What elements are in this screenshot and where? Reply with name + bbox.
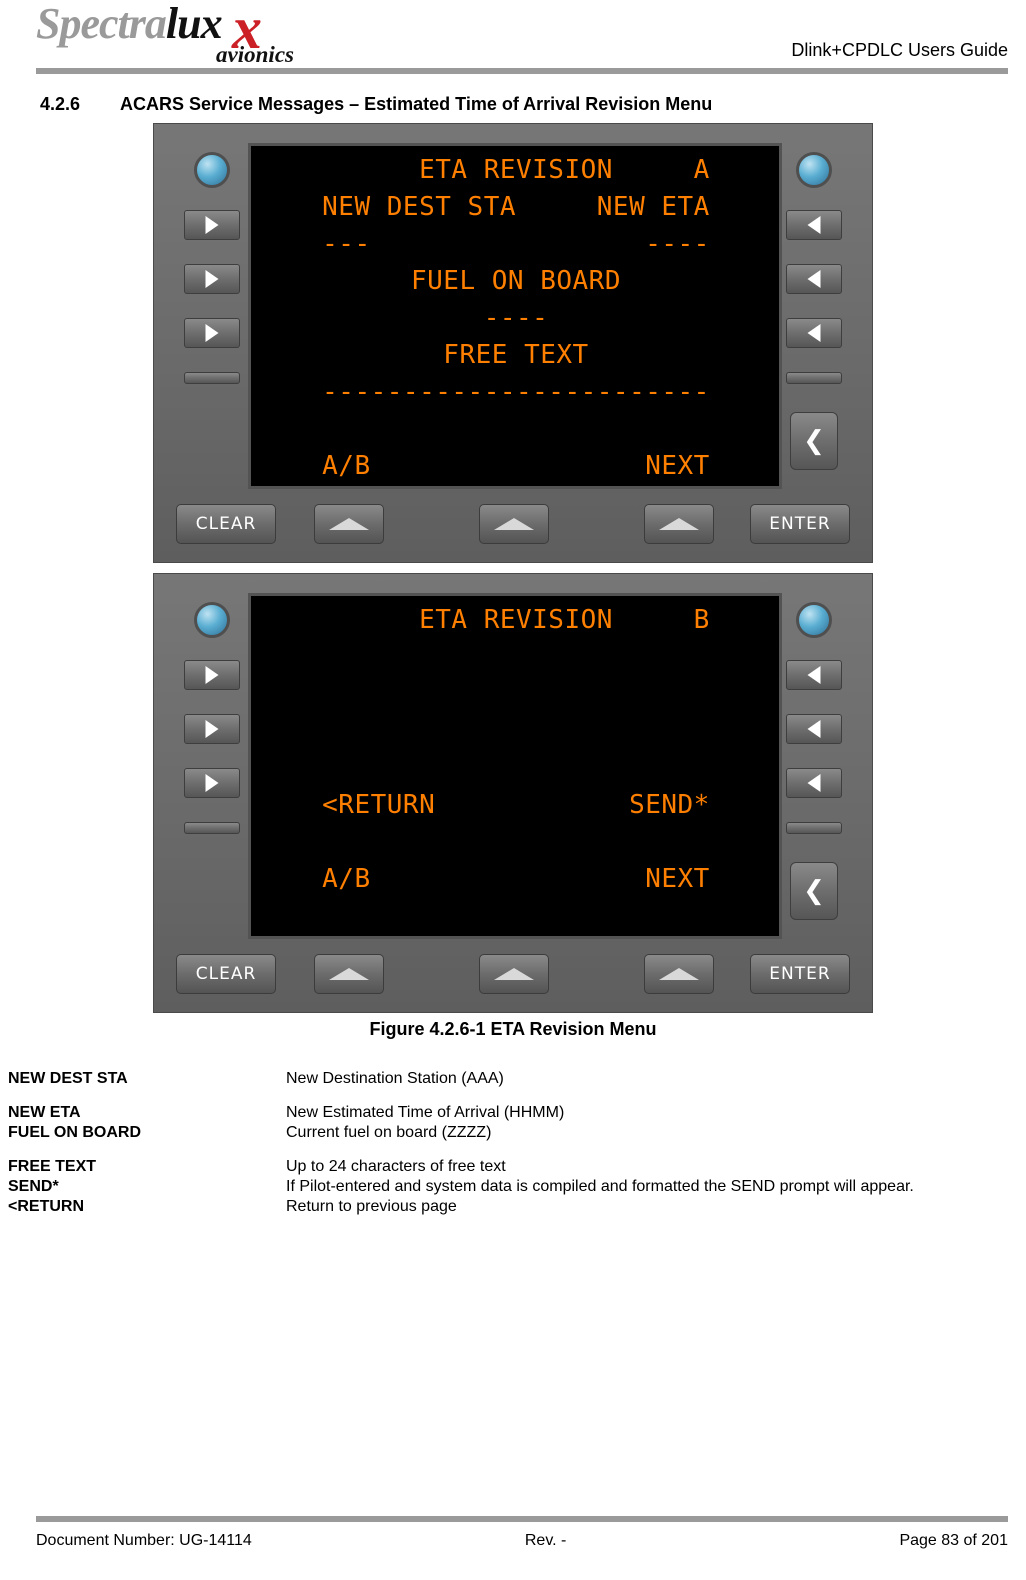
definition-term: FREE TEXT [8, 1158, 97, 1175]
cdu-screen-b-text: ETA REVISION B <RETURN SEND* A/B NEXT [322, 605, 710, 894]
scroll-up-button-2[interactable] [479, 504, 549, 544]
definition-row: NEW DEST STA New Destination Station (AA… [8, 1070, 1008, 1088]
definition-description: New Destination Station (AAA) [286, 1070, 504, 1087]
lsk-right-2[interactable] [786, 714, 842, 744]
triangle-right-icon [205, 270, 219, 288]
lsk-left-2[interactable] [184, 264, 240, 294]
brightness-knob-right[interactable] [796, 602, 832, 638]
footer-content: Document Number: UG-14114 Rev. - Page 83… [36, 1532, 1008, 1550]
lsk-left-1[interactable] [184, 660, 240, 690]
definition-row: FUEL ON BOARD Current fuel on board (ZZZ… [8, 1124, 1008, 1142]
logo-text-lux: lux [165, 0, 223, 48]
definition-term: NEW ETA [8, 1104, 81, 1121]
triangle-up-icon [659, 968, 699, 980]
enter-button[interactable]: ENTER [750, 954, 850, 994]
figure-eta-revision: ETA REVISION A NEW DEST STA NEW ETA --- … [0, 123, 1026, 1040]
triangle-left-icon [807, 270, 821, 288]
lsk-right-3[interactable] [786, 318, 842, 348]
triangle-right-icon [205, 774, 219, 792]
footer-revision: Rev. - [524, 1532, 567, 1549]
scroll-up-button-1[interactable] [314, 504, 384, 544]
lsk-left-1[interactable] [184, 210, 240, 240]
lsk-left-3[interactable] [184, 768, 240, 798]
triangle-left-icon [807, 216, 821, 234]
cdu-screen-a: ETA REVISION A NEW DEST STA NEW ETA --- … [251, 146, 779, 486]
logo-text-spectra: Spectra [36, 0, 167, 48]
section-heading: 4.2.6 ACARS Service Messages – Estimated … [0, 94, 1026, 115]
section-number: 4.2.6 [40, 94, 81, 114]
footer-page-number: Page 83 of 201 [899, 1532, 1008, 1549]
definition-term: SEND* [8, 1178, 59, 1195]
scroll-up-button-1[interactable] [314, 954, 384, 994]
lsk-right-1[interactable] [786, 210, 842, 240]
definition-description: Up to 24 characters of free text [286, 1158, 506, 1175]
triangle-right-icon [205, 324, 219, 342]
brightness-knob-left[interactable] [194, 152, 230, 188]
scroll-up-button-2[interactable] [479, 954, 549, 994]
lsk-right-2[interactable] [786, 264, 842, 294]
definition-row: NEW ETA New Estimated Time of Arrival (H… [8, 1104, 1008, 1122]
cdu-page-b: ETA REVISION B <RETURN SEND* A/B NEXT ❮ … [153, 573, 873, 1013]
brightness-knob-right[interactable] [796, 152, 832, 188]
scroll-up-button-3[interactable] [644, 504, 714, 544]
lsk-right-4[interactable] [786, 822, 842, 834]
triangle-left-icon [807, 774, 821, 792]
definition-term: FUEL ON BOARD [8, 1124, 142, 1141]
page-header: Spectralux x avionics Dlink+CPDLC Users … [0, 0, 1026, 78]
definition-term: NEW DEST STA [8, 1070, 128, 1087]
triangle-right-icon [205, 216, 219, 234]
definition-row: <RETURN Return to previous page [8, 1198, 1008, 1216]
triangle-left-icon [807, 324, 821, 342]
definition-description: Return to previous page [286, 1198, 457, 1215]
enter-button[interactable]: ENTER [750, 504, 850, 544]
spectralux-logo: Spectralux x avionics [36, 0, 296, 67]
definition-description: If Pilot-entered and system data is comp… [286, 1178, 914, 1195]
brightness-knob-left[interactable] [194, 602, 230, 638]
lsk-left-3[interactable] [184, 318, 240, 348]
definition-row: FREE TEXT Up to 24 characters of free te… [8, 1158, 1008, 1176]
triangle-up-icon [329, 968, 369, 980]
definition-description: New Estimated Time of Arrival (HHMM) [286, 1104, 565, 1121]
triangle-up-icon [329, 518, 369, 530]
back-key[interactable]: ❮ [790, 862, 838, 920]
clear-button[interactable]: CLEAR [176, 954, 276, 994]
lsk-left-4[interactable] [184, 372, 240, 384]
definition-term: <RETURN [8, 1198, 85, 1215]
lsk-right-3[interactable] [786, 768, 842, 798]
section-title: ACARS Service Messages – Estimated Time … [120, 94, 713, 114]
triangle-right-icon [205, 720, 219, 738]
triangle-right-icon [205, 666, 219, 684]
definition-row: SEND* If Pilot-entered and system data i… [8, 1178, 1008, 1196]
chevron-left-icon: ❮ [803, 876, 825, 906]
logo-subtitle: avionics [216, 42, 294, 67]
footer-divider [36, 1516, 1008, 1522]
cdu-page-a: ETA REVISION A NEW DEST STA NEW ETA --- … [153, 123, 873, 563]
page-footer: Document Number: UG-14114 Rev. - Page 83… [0, 1506, 1026, 1580]
triangle-left-icon [807, 720, 821, 738]
lsk-right-1[interactable] [786, 660, 842, 690]
document-title: Dlink+CPDLC Users Guide [791, 40, 1008, 60]
cdu-screen-b: ETA REVISION B <RETURN SEND* A/B NEXT [251, 596, 779, 936]
triangle-up-icon [659, 518, 699, 530]
lsk-left-2[interactable] [184, 714, 240, 744]
chevron-left-icon: ❮ [803, 426, 825, 456]
triangle-up-icon [494, 518, 534, 530]
definition-list: NEW DEST STA New Destination Station (AA… [0, 1070, 1026, 1216]
triangle-up-icon [494, 968, 534, 980]
lsk-right-4[interactable] [786, 372, 842, 384]
scroll-up-button-3[interactable] [644, 954, 714, 994]
lsk-left-4[interactable] [184, 822, 240, 834]
footer-document-number: Document Number: UG-14114 [36, 1532, 252, 1549]
triangle-left-icon [807, 666, 821, 684]
header-divider [36, 68, 1008, 74]
cdu-screen-a-text: ETA REVISION A NEW DEST STA NEW ETA --- … [322, 155, 710, 481]
definition-description: Current fuel on board (ZZZZ) [286, 1124, 492, 1141]
back-key[interactable]: ❮ [790, 412, 838, 470]
figure-caption: Figure 4.2.6-1 ETA Revision Menu [369, 1019, 657, 1039]
clear-button[interactable]: CLEAR [176, 504, 276, 544]
